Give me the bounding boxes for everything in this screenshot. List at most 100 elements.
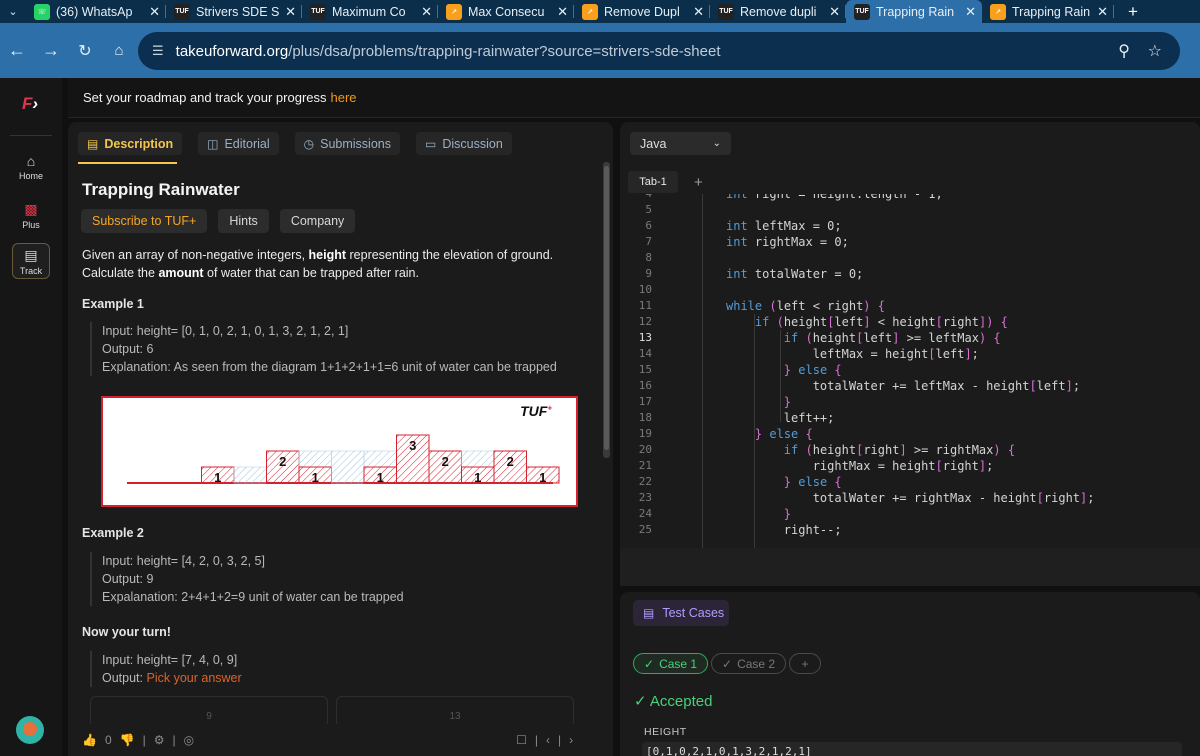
code-line: 8: [620, 250, 1200, 266]
code-text: while (left < right) {: [726, 299, 885, 313]
code-line: 14 leftMax = height[left];: [620, 346, 1200, 362]
bar-height-label: 1: [377, 470, 384, 485]
example-explanation: Explanation: As seen from the diagram 1+…: [102, 360, 557, 374]
browser-tab[interactable]: ☏ (36) WhatsAp ✕: [26, 0, 166, 23]
close-icon[interactable]: ✕: [149, 4, 160, 20]
pick-answer-text: Pick your answer: [146, 671, 242, 685]
reload-icon[interactable]: ↻: [68, 41, 102, 61]
water-block: [233, 466, 267, 484]
language-select[interactable]: Java ⌄: [630, 132, 731, 155]
browser-tab[interactable]: ↗ Max Consecu ✕: [438, 0, 574, 23]
dislike-icon[interactable]: 👎: [120, 733, 135, 747]
code-line: 18 left++;: [620, 410, 1200, 426]
close-icon[interactable]: ✕: [965, 4, 976, 20]
code-line: 4 int right = height.length - 1;: [620, 194, 1200, 202]
example-output: Output: 6: [102, 342, 154, 356]
code-line: 24 }: [620, 506, 1200, 522]
forward-icon[interactable]: →: [34, 40, 68, 61]
company-button[interactable]: Company: [279, 209, 356, 233]
code-area[interactable]: 4 int right = height.length - 1; 5 6 int lef…: [620, 194, 1200, 548]
browser-tab-title: Max Consecu: [468, 4, 545, 19]
browser-tab[interactable]: TUF Trapping Rain ✕: [846, 0, 982, 23]
new-tab-button[interactable]: +: [1128, 2, 1138, 22]
code-line: 15 } else {: [620, 362, 1200, 378]
close-icon[interactable]: ✕: [421, 4, 432, 20]
sidebar-item-plus[interactable]: ▩ Plus: [12, 198, 50, 234]
active-tab-underline: [78, 162, 177, 164]
url-field[interactable]: ☰ takeuforward.org/plus/dsa/problems/tra…: [138, 32, 1180, 70]
code-text: int leftMax = 0;: [726, 219, 842, 233]
code-text: leftMax = height[left];: [726, 347, 979, 361]
subscribe-button[interactable]: Subscribe to TUF+: [81, 209, 208, 233]
browser-tab[interactable]: TUF Strivers SDE S ✕: [166, 0, 302, 23]
leetcode-icon: ↗: [582, 3, 598, 20]
tab-list-menu-icon[interactable]: ⌄: [0, 5, 26, 18]
tab-description[interactable]: ▤ Description: [78, 132, 183, 155]
browser-tab-title: Remove dupli: [740, 4, 817, 19]
line-number: 22: [638, 475, 652, 488]
tab-label: Submissions: [320, 136, 391, 151]
tuf-logo[interactable]: F›: [22, 94, 38, 114]
hints-button[interactable]: Hints: [218, 209, 269, 233]
test-cases-button[interactable]: ▤ Test Cases: [633, 600, 729, 626]
tab-discussion[interactable]: ▭ Discussion: [415, 132, 512, 155]
line-number: 20: [638, 443, 652, 456]
height-value: [0,1,0,2,1,0,1,3,2,1,2,1]: [642, 742, 1182, 756]
code-text: }: [783, 507, 792, 521]
home-icon: ⌂: [26, 153, 36, 169]
add-case-button[interactable]: +: [789, 653, 821, 674]
tab-editorial[interactable]: ◫ Editorial: [198, 132, 279, 155]
divider: |: [534, 733, 538, 747]
browser-tab[interactable]: TUF Maximum Co ✕: [302, 0, 438, 23]
case-2-tab[interactable]: ✓ Case 2: [711, 653, 787, 674]
code-line: 9 int totalWater = 0;: [620, 266, 1200, 282]
browser-tab[interactable]: ↗ Trapping Rain ✕: [982, 0, 1114, 23]
plus-grid-icon: ▩: [24, 201, 38, 217]
like-count: 0: [104, 733, 112, 747]
close-icon[interactable]: ✕: [693, 4, 704, 20]
line-number: 18: [638, 411, 652, 424]
browser-tab[interactable]: TUF Remove dupli ✕: [710, 0, 846, 23]
browser-tab[interactable]: ↗ Remove Dupl ✕: [574, 0, 710, 23]
add-tab-button[interactable]: +: [694, 174, 703, 191]
home-browser-icon[interactable]: ⌂: [102, 42, 136, 59]
bar-height-label: 1: [474, 470, 481, 485]
code-text: totalWater += rightMax - height[right];: [726, 491, 1095, 505]
banner-text: Set your roadmap and track your progress: [83, 90, 327, 105]
tab-submissions[interactable]: ◷ Submissions: [294, 132, 400, 155]
divider: |: [142, 733, 146, 747]
tab-label: Editorial: [224, 136, 270, 151]
like-icon[interactable]: 👍: [82, 733, 97, 747]
code-line: 7 int rightMax = 0;: [620, 234, 1200, 250]
problem-scrollbar[interactable]: [603, 162, 610, 458]
checkbox-icon[interactable]: ☐: [516, 733, 527, 747]
prev-icon[interactable]: ‹: [546, 733, 550, 747]
sidebar: F› ⌂ Home ▩ Plus ▤ Track: [0, 78, 62, 756]
bug-icon[interactable]: ⚙: [154, 733, 165, 747]
case-1-tab[interactable]: ✓ Case 1: [633, 653, 709, 674]
editor-footer: [620, 548, 1200, 586]
close-icon[interactable]: ✕: [829, 4, 840, 20]
close-icon[interactable]: ✕: [1097, 4, 1108, 20]
code-editor-panel: Java ⌄ Tab-1 + 4 int right = height.lengt…: [620, 122, 1200, 586]
line-number: 13: [638, 331, 652, 344]
avatar[interactable]: [16, 716, 44, 744]
code-line: 5: [620, 202, 1200, 218]
browser-tab-title: Strivers SDE S: [196, 4, 280, 19]
code-text: } else {: [783, 475, 842, 489]
line-number: 14: [638, 347, 652, 360]
site-settings-icon[interactable]: ☰: [152, 43, 164, 59]
back-icon[interactable]: ←: [0, 40, 34, 61]
next-icon[interactable]: ›: [569, 733, 573, 747]
url-host: takeuforward.org: [175, 42, 289, 60]
share-icon[interactable]: ◎: [184, 733, 194, 747]
sidebar-item-home[interactable]: ⌂ Home: [12, 150, 50, 186]
line-number: 5: [645, 203, 652, 216]
close-icon[interactable]: ✕: [557, 4, 568, 20]
tab-1[interactable]: Tab-1: [628, 171, 678, 193]
banner-link[interactable]: here: [331, 90, 357, 105]
bookmark-star-icon[interactable]: ☆: [1148, 41, 1162, 61]
zoom-icon[interactable]: ⚲: [1118, 41, 1130, 61]
sidebar-item-track[interactable]: ▤ Track: [12, 243, 50, 279]
close-icon[interactable]: ✕: [285, 4, 296, 20]
